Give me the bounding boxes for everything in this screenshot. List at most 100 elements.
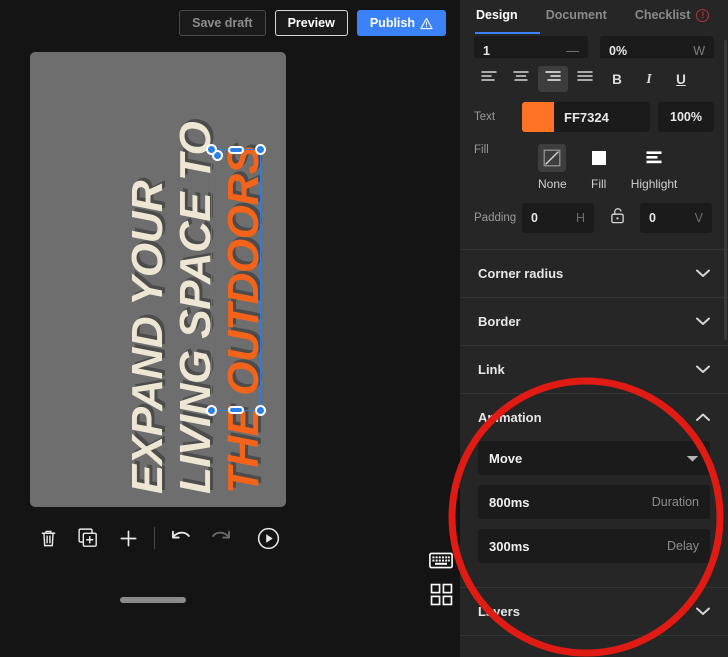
clipped-field-right[interactable]: 0% W [600, 36, 714, 58]
tab-design[interactable]: Design [462, 0, 532, 30]
section-link-title: Link [478, 362, 505, 377]
keyboard-icon [429, 552, 453, 574]
fill-option-none[interactable]: None [538, 144, 567, 191]
tab-checklist[interactable]: Checklist ! [621, 0, 724, 30]
undo-button[interactable] [161, 521, 201, 555]
section-border-header[interactable]: Border [460, 298, 728, 345]
animation-delay-value: 300ms [489, 538, 530, 554]
chevron-down-icon [696, 313, 710, 331]
canvas-toolbar [28, 518, 288, 558]
padding-horizontal-value: 0 [531, 211, 538, 225]
align-left-button[interactable] [474, 66, 504, 92]
undo-icon [170, 529, 192, 547]
align-center-button[interactable] [506, 66, 536, 92]
delete-button[interactable] [28, 521, 68, 555]
padding-label: Padding [474, 212, 517, 224]
play-button[interactable] [248, 521, 288, 555]
properties-panel: Design Document Checklist ! 1 — 0% W B I… [460, 0, 728, 657]
align-justify-button[interactable] [570, 66, 600, 92]
animation-delay-field[interactable]: 300ms Delay [478, 529, 710, 563]
section-animation-header[interactable]: Animation [460, 394, 728, 441]
animation-duration-label: Duration [651, 495, 699, 509]
section-animation-title: Animation [478, 410, 542, 425]
toolbar-divider [154, 527, 155, 549]
fill-option-fill[interactable]: Fill [585, 144, 613, 191]
section-link-header[interactable]: Link [460, 346, 728, 393]
section-border: Border [460, 298, 728, 346]
text-opacity-field[interactable]: 100% [658, 102, 714, 132]
top-toolbar: Save draft Preview Publish [0, 0, 460, 46]
design-canvas-wrapper[interactable]: EXPAND YOUR LIVING SPACE TO THE OUTDOORS [30, 52, 286, 507]
section-corner-radius-title: Corner radius [478, 266, 564, 281]
padding-horizontal-field[interactable]: 0 H [522, 203, 594, 233]
italic-icon: I [646, 71, 652, 86]
play-circle-icon [257, 527, 280, 550]
tab-document-label: Document [545, 8, 607, 22]
caret-down-icon [686, 451, 699, 466]
fill-label: Fill [474, 144, 489, 156]
artwork: EXPAND YOUR LIVING SPACE TO THE OUTDOORS [30, 52, 286, 507]
underline-button[interactable]: U [666, 66, 696, 92]
section-corner-radius-header[interactable]: Corner radius [460, 250, 728, 297]
text-color-swatch[interactable] [522, 102, 554, 132]
padding-vertical-field[interactable]: 0 V [640, 203, 712, 233]
redo-button[interactable] [201, 521, 241, 555]
padding-vertical-value: 0 [649, 211, 656, 225]
trash-icon [39, 528, 58, 548]
publish-button[interactable]: Publish [356, 10, 446, 36]
align-left-icon [481, 70, 497, 88]
align-right-button[interactable] [538, 66, 568, 92]
clipped-field-left[interactable]: 1 — [474, 36, 588, 58]
align-justify-icon [577, 70, 593, 88]
no-fill-slash-icon [538, 144, 567, 172]
padding-horizontal-unit: H [575, 211, 585, 225]
chevron-down-icon [696, 265, 710, 283]
padding-lock-button[interactable] [602, 207, 632, 229]
clipped-field-right-icon: W [693, 44, 705, 58]
duplicate-button[interactable] [68, 521, 108, 555]
save-draft-button[interactable]: Save draft [179, 10, 266, 36]
duplicate-icon [78, 528, 98, 548]
active-tab-indicator [475, 32, 540, 34]
text-align-row: B I U [460, 58, 728, 96]
section-animation-body: Move 800ms Duration 300ms Delay [460, 441, 728, 587]
text-color-field[interactable]: FF7324 [522, 102, 650, 132]
keyboard-toggle-button[interactable] [428, 552, 454, 574]
clipped-field-right-value: 0% [609, 44, 628, 58]
padding-vertical-unit: V [694, 211, 703, 225]
tab-design-label: Design [476, 8, 518, 22]
section-layers-header[interactable]: Layers [460, 588, 728, 635]
section-animation: Animation Move 800ms Duration 300ms Dela… [460, 394, 728, 588]
headline-line-3-selected[interactable]: THE OUTDOORS [219, 146, 268, 494]
animation-duration-field[interactable]: 800ms Duration [478, 485, 710, 519]
plus-icon [119, 529, 138, 548]
bold-button[interactable]: B [602, 66, 632, 92]
preview-button[interactable]: Preview [274, 10, 348, 36]
headline-line-1[interactable]: EXPAND YOUR [123, 181, 172, 494]
headline-line-2[interactable]: LIVING SPACE TO [171, 122, 220, 494]
fill-option-highlight[interactable]: Highlight [631, 144, 677, 191]
padding-row: Padding 0 H 0 V [460, 191, 728, 233]
animation-type-value: Move [489, 450, 523, 466]
warning-triangle-icon [420, 17, 433, 30]
chevron-up-icon [696, 409, 710, 427]
add-button[interactable] [108, 521, 148, 555]
section-border-title: Border [478, 314, 521, 329]
animation-delay-label: Delay [667, 539, 699, 553]
section-corner-radius: Corner radius [460, 250, 728, 298]
panel-scrollbar[interactable] [724, 40, 727, 340]
solid-square-icon [585, 144, 613, 172]
right-rail [428, 552, 454, 608]
grid-icon [430, 583, 453, 611]
home-indicator [120, 597, 186, 603]
align-right-icon [545, 70, 561, 88]
fill-row: Fill None Fill Highlight [460, 132, 728, 191]
text-color-hex[interactable]: FF7324 [554, 110, 609, 125]
design-canvas[interactable]: EXPAND YOUR LIVING SPACE TO THE OUTDOORS [30, 52, 286, 507]
tab-checklist-label: Checklist [634, 8, 691, 22]
tab-document[interactable]: Document [532, 0, 621, 30]
section-layers-title: Layers [478, 604, 520, 619]
animation-type-select[interactable]: Move [478, 441, 710, 475]
grid-toggle-button[interactable] [428, 583, 454, 611]
italic-button[interactable]: I [634, 66, 664, 92]
